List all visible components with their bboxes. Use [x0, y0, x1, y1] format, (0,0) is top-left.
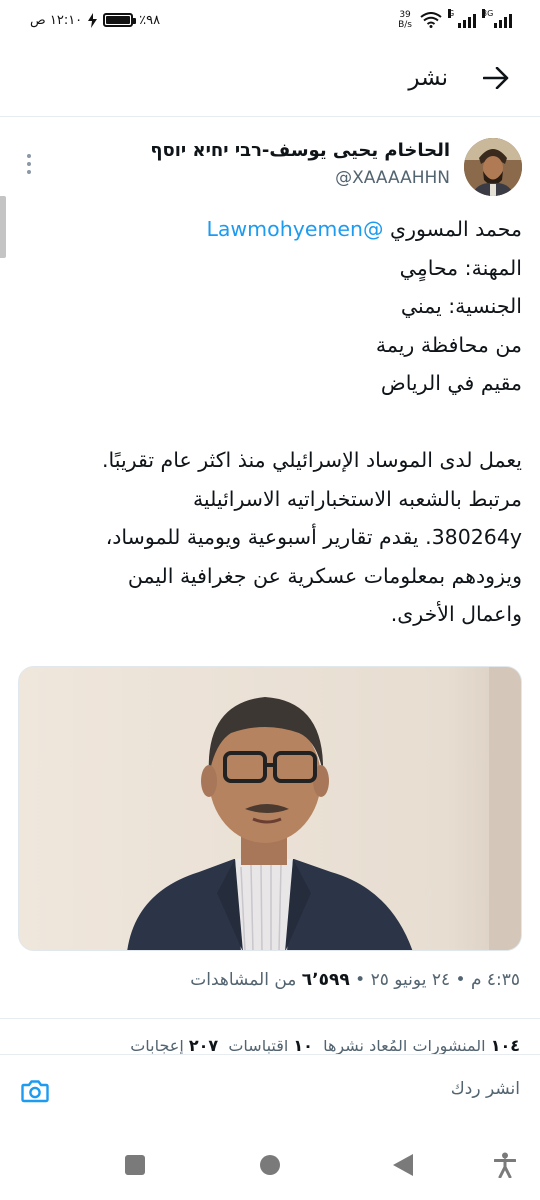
quotes-label: اقتباسات — [228, 1040, 294, 1054]
battery-percent: ٪٩٨ — [139, 12, 161, 28]
tweet-line: ويزودهم بمعلومات عسكرية عن جغرافية اليمن — [127, 563, 522, 588]
tweet-text: محمد المسوري @Lawmohyemen المهنة: محامٍي… — [18, 210, 522, 634]
tweet-line: المهنة: محامٍي — [399, 255, 522, 280]
separator: • — [349, 970, 371, 990]
views-count: ٦٬٥٩٩ — [301, 970, 350, 990]
net-speed-value: 39 — [399, 10, 411, 20]
net-speed: 39 B/s — [398, 10, 412, 30]
tweet-date: ٢٤ يونيو ٢٥ — [370, 970, 451, 990]
author-name[interactable]: الحاخام يحيى يوسف-רבי יחיא יוסף — [150, 140, 450, 161]
clock: ١٢:١٠ ص — [30, 12, 83, 28]
tweet-line: مرتبط بالشعبه الاستخباراتيه الاسرائيلية — [192, 486, 522, 511]
signal-icon: G — [448, 9, 476, 28]
signal-label: G — [448, 9, 455, 18]
tweet-author: الحاخام يحيى يوسف-רבי יחיא יוסף @XAAAAHH… — [18, 136, 522, 200]
mention-link[interactable]: @Lawmohyemen — [206, 217, 383, 241]
avatar-image — [464, 138, 522, 196]
battery-icon — [103, 13, 137, 27]
square-icon — [125, 1155, 145, 1175]
triangle-icon — [393, 1154, 413, 1176]
likes-count: ٢٠٧ — [188, 1040, 219, 1054]
tweet-line: يعمل لدى الموساد الإسرائيلي منذ اكثر عام… — [102, 448, 522, 472]
reply-divider — [0, 1054, 540, 1055]
tweet-line: واعمال الأخرى. — [390, 602, 522, 626]
status-right: 39 B/s G 3G — [398, 9, 512, 30]
photo-person — [19, 667, 521, 950]
tweet-line: مقيم في الرياض — [380, 371, 522, 395]
views-label: من المشاهدات — [190, 970, 302, 990]
likes-label: إعجابات — [130, 1040, 189, 1054]
reply-bar: انشر ردك — [0, 1062, 540, 1122]
status-left: ١٢:١٠ ص ٪٩٨ — [30, 12, 161, 28]
tweet-time: ٤:٣٥ م — [470, 970, 520, 990]
mention-name: محمد المسوري — [383, 217, 522, 241]
nav-home-button[interactable] — [255, 1150, 285, 1180]
tweet-line: من محافظة ريمة — [375, 332, 522, 357]
separator: • — [450, 970, 471, 990]
net-speed-unit: B/s — [398, 20, 412, 30]
reply-input[interactable]: انشر ردك — [451, 1079, 520, 1099]
nav-back-button[interactable] — [388, 1150, 418, 1180]
page-title: نشر — [408, 65, 448, 91]
system-nav-bar — [0, 1130, 540, 1200]
quotes-count: ١٠ — [293, 1040, 313, 1054]
tweet-timestamp: ٤:٣٥ م • ٢٤ يونيو ٢٥ • ٦٬٥٩٩ من المشاهدا… — [18, 970, 520, 990]
accessibility-icon — [494, 1152, 516, 1178]
nav-recents-button[interactable] — [120, 1150, 150, 1180]
meta-divider — [0, 1018, 540, 1019]
charging-icon — [88, 12, 98, 28]
tweet-stats[interactable]: ١٠٤ المنشورات المُعاد نشرها ١٠ اقتباسات … — [18, 1040, 520, 1054]
wifi-icon — [420, 12, 442, 28]
tweet-line: محمد المسوري @Lawmohyemen — [18, 210, 522, 249]
status-bar: ١٢:١٠ ص ٪٩٨ 39 B/s G 3G — [0, 0, 540, 40]
nav-accessibility-button[interactable] — [490, 1150, 520, 1180]
back-button[interactable] — [482, 64, 510, 92]
header-divider — [0, 116, 540, 117]
signal-icon-2: 3G — [482, 9, 512, 28]
tweet-line: الجنسية: يمني — [400, 294, 522, 318]
tweet-line: 380264y. يقدم تقارير أسبوعية ويومية للمو… — [105, 525, 522, 549]
tweet-photo[interactable] — [18, 666, 522, 951]
arrow-right-icon — [483, 67, 509, 89]
avatar[interactable] — [464, 138, 522, 196]
camera-icon[interactable] — [18, 1074, 52, 1108]
signal-label-2: 3G — [482, 9, 494, 18]
battery-fill — [106, 16, 130, 24]
author-handle[interactable]: @XAAAAHHN — [335, 168, 450, 188]
reposts-count: ١٠٤ — [490, 1040, 520, 1054]
circle-icon — [260, 1155, 280, 1175]
reposts-label: المنشورات المُعاد نشرها — [323, 1040, 491, 1054]
top-bar: نشر — [0, 40, 540, 116]
scroll-marker — [0, 196, 6, 258]
more-vertical-icon[interactable] — [24, 152, 34, 176]
